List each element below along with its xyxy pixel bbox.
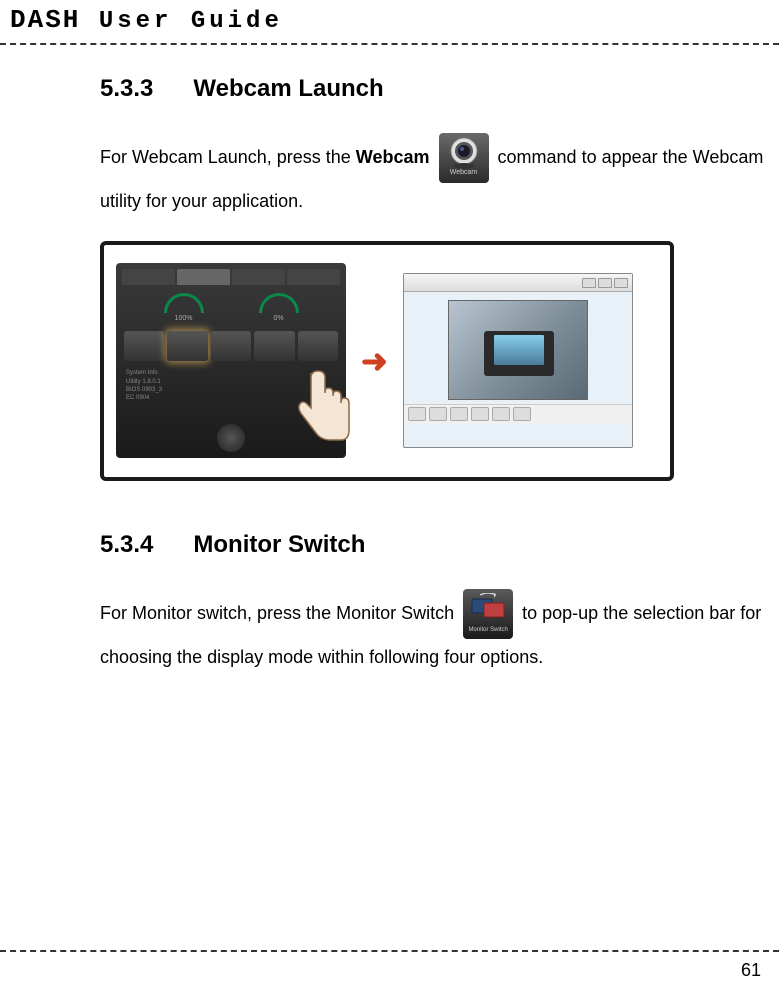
arrow-icon: ➜ [361,342,388,380]
panel-button [124,331,164,361]
section-534-number: 5.3.4 [100,531,153,559]
section-533-heading: 5.3.3 Webcam Launch [100,75,769,103]
webcam-preview [448,300,588,400]
monitor-icon-label: Monitor Switch [463,624,513,637]
section-533-paragraph: For Webcam Launch, press the Webcam Webc… [100,133,769,221]
gauge-1-label: 100% [164,315,204,322]
panel-button [298,331,338,361]
panel-tab [232,269,285,285]
window-titlebar [404,274,632,292]
tool-button [408,407,426,421]
webcam-icon-label: Webcam [439,166,489,181]
minimize-button [582,278,596,288]
webcam-panel-button [167,331,207,361]
main-content: 5.3.3 Webcam Launch For Webcam Launch, pr… [0,45,779,717]
webcam-figure: 100% 0% System Info Utility 1.8.0.1 BIOS… [100,241,674,481]
dash-utility-panel: 100% 0% System Info Utility 1.8.0.1 BIOS… [116,263,346,458]
webcam-bold-word: Webcam [356,147,430,167]
tool-button [429,407,447,421]
guide-title: User Guide [99,8,283,35]
brand-name: DASH [10,5,80,35]
maximize-button [598,278,612,288]
section-533-title: Webcam Launch [193,75,383,102]
pointer-hand-icon [291,368,361,448]
webcam-utility-window [403,273,633,448]
text-before-bold: For Webcam Launch, press the [100,147,356,167]
page-footer: 61 [0,950,779,1003]
section-534-title: Monitor Switch [193,531,365,558]
gauge-2: 0% [259,293,299,323]
tool-button [513,407,531,421]
monitor-switch-icon: Monitor Switch [463,589,513,639]
panel-tab [177,269,230,285]
close-button [614,278,628,288]
section-533-number: 5.3.3 [100,75,153,103]
panel-button [211,331,251,361]
page-number: 61 [741,960,761,980]
gauge-2-label: 0% [259,315,299,322]
page-header: DASH User Guide [0,0,779,45]
tool-button [492,407,510,421]
webcam-icon: Webcam [439,133,489,183]
gauge-1: 100% [164,293,204,323]
panel-button [254,331,294,361]
section-534-paragraph: For Monitor switch, press the Monitor Sw… [100,589,769,677]
text-before-monitor: For Monitor switch, press the Monitor Sw… [100,603,459,623]
webcam-toolbar [404,404,632,424]
power-button [217,424,245,452]
tool-button [471,407,489,421]
section-534-heading: 5.3.4 Monitor Switch [100,531,769,559]
panel-tab [122,269,175,285]
tool-button [450,407,468,421]
panel-tab [287,269,340,285]
